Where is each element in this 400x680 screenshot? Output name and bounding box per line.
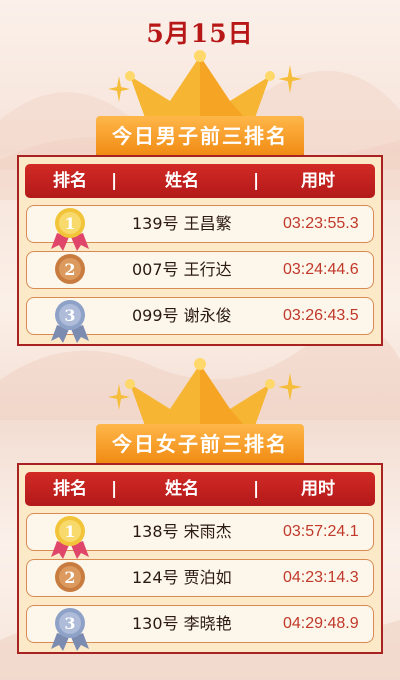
bib-number: 130号: [132, 614, 179, 633]
column-header-rank: 排名: [53, 171, 87, 191]
finish-time: 03:26:43.5: [283, 307, 359, 324]
athlete-name: 124号 贾泊如: [132, 560, 232, 596]
column-header-name: 姓名: [165, 479, 199, 499]
sparkle-icon: [278, 372, 302, 402]
athlete-name: 130号 李晓艳: [132, 606, 232, 642]
medal-rank-number: 1: [64, 214, 75, 233]
finish-time: 03:57:24.1: [283, 523, 359, 540]
men-top3-section: 今日男子前三排名 排名 | 姓名 | 用时 1 139号 王昌繁 03:23:5…: [0, 46, 400, 366]
bib-number: 007号: [132, 260, 179, 279]
athlete-name-text: 贾泊如: [183, 568, 232, 587]
table-row: 1 139号 王昌繁 03:23:55.3: [26, 205, 374, 251]
sparkle-icon: [108, 76, 130, 102]
table-header: 排名 | 姓名 | 用时: [25, 472, 375, 506]
athlete-name-text: 宋雨杰: [183, 522, 232, 541]
finish-time: 04:23:14.3: [283, 569, 359, 586]
bib-number: 124号: [132, 568, 179, 587]
column-divider: |: [253, 171, 260, 191]
section-banner: 今日女子前三排名: [96, 424, 304, 464]
ranking-table: 排名 | 姓名 | 用时 1 139号 王昌繁 03:23:55.3 2 007…: [17, 155, 383, 346]
athlete-name: 007号 王行达: [132, 252, 232, 288]
athlete-name-text: 李晓艳: [183, 614, 232, 633]
medal-gold-icon: 1: [51, 516, 89, 559]
finish-time: 03:24:44.6: [283, 261, 359, 278]
column-divider: |: [253, 479, 260, 499]
table-row: 2 124号 贾泊如 04:23:14.3: [26, 559, 374, 597]
women-top3-section: 今日女子前三排名 排名 | 姓名 | 用时 1 138号 宋雨杰 03:57:2…: [0, 354, 400, 674]
bib-number: 139号: [132, 214, 179, 233]
column-header-time: 用时: [301, 171, 335, 191]
column-divider: |: [111, 479, 118, 499]
medal-rank-number: 3: [64, 306, 75, 325]
medal-gold-icon: 1: [51, 208, 89, 251]
column-header-time: 用时: [301, 479, 335, 499]
finish-time: 03:23:55.3: [283, 215, 359, 232]
medal-rank-number: 2: [64, 568, 75, 587]
athlete-name-text: 王昌繁: [183, 214, 232, 233]
sparkle-icon: [108, 384, 130, 410]
medal-silver-icon: 3: [51, 300, 89, 343]
section-banner: 今日男子前三排名: [96, 116, 304, 156]
bib-number: 138号: [132, 522, 179, 541]
table-header: 排名 | 姓名 | 用时: [25, 164, 375, 198]
athlete-name: 138号 宋雨杰: [132, 514, 232, 550]
medal-rank-number: 3: [64, 614, 75, 633]
ranking-table: 排名 | 姓名 | 用时 1 138号 宋雨杰 03:57:24.1 2 124…: [17, 463, 383, 654]
date-title: 5月15日: [146, 19, 254, 48]
medal-rank-number: 2: [64, 260, 75, 279]
column-divider: |: [111, 171, 118, 191]
athlete-name-text: 谢永俊: [183, 306, 232, 325]
athlete-name-text: 王行达: [183, 260, 232, 279]
table-row: 3 130号 李晓艳 04:29:48.9: [26, 605, 374, 651]
medal-rank-number: 1: [64, 522, 75, 541]
medal-silver-icon: 3: [51, 608, 89, 651]
medal-bronze-icon: 2: [55, 254, 85, 284]
bib-number: 099号: [132, 306, 179, 325]
athlete-name: 139号 王昌繁: [132, 206, 232, 242]
column-header-name: 姓名: [165, 171, 199, 191]
table-row: 1 138号 宋雨杰 03:57:24.1: [26, 513, 374, 559]
medal-bronze-icon: 2: [55, 562, 85, 592]
table-row: 3 099号 谢永俊 03:26:43.5: [26, 297, 374, 343]
table-row: 2 007号 王行达 03:24:44.6: [26, 251, 374, 289]
column-header-rank: 排名: [53, 479, 87, 499]
athlete-name: 099号 谢永俊: [132, 298, 232, 334]
finish-time: 04:29:48.9: [283, 615, 359, 632]
sparkle-icon: [278, 64, 302, 94]
